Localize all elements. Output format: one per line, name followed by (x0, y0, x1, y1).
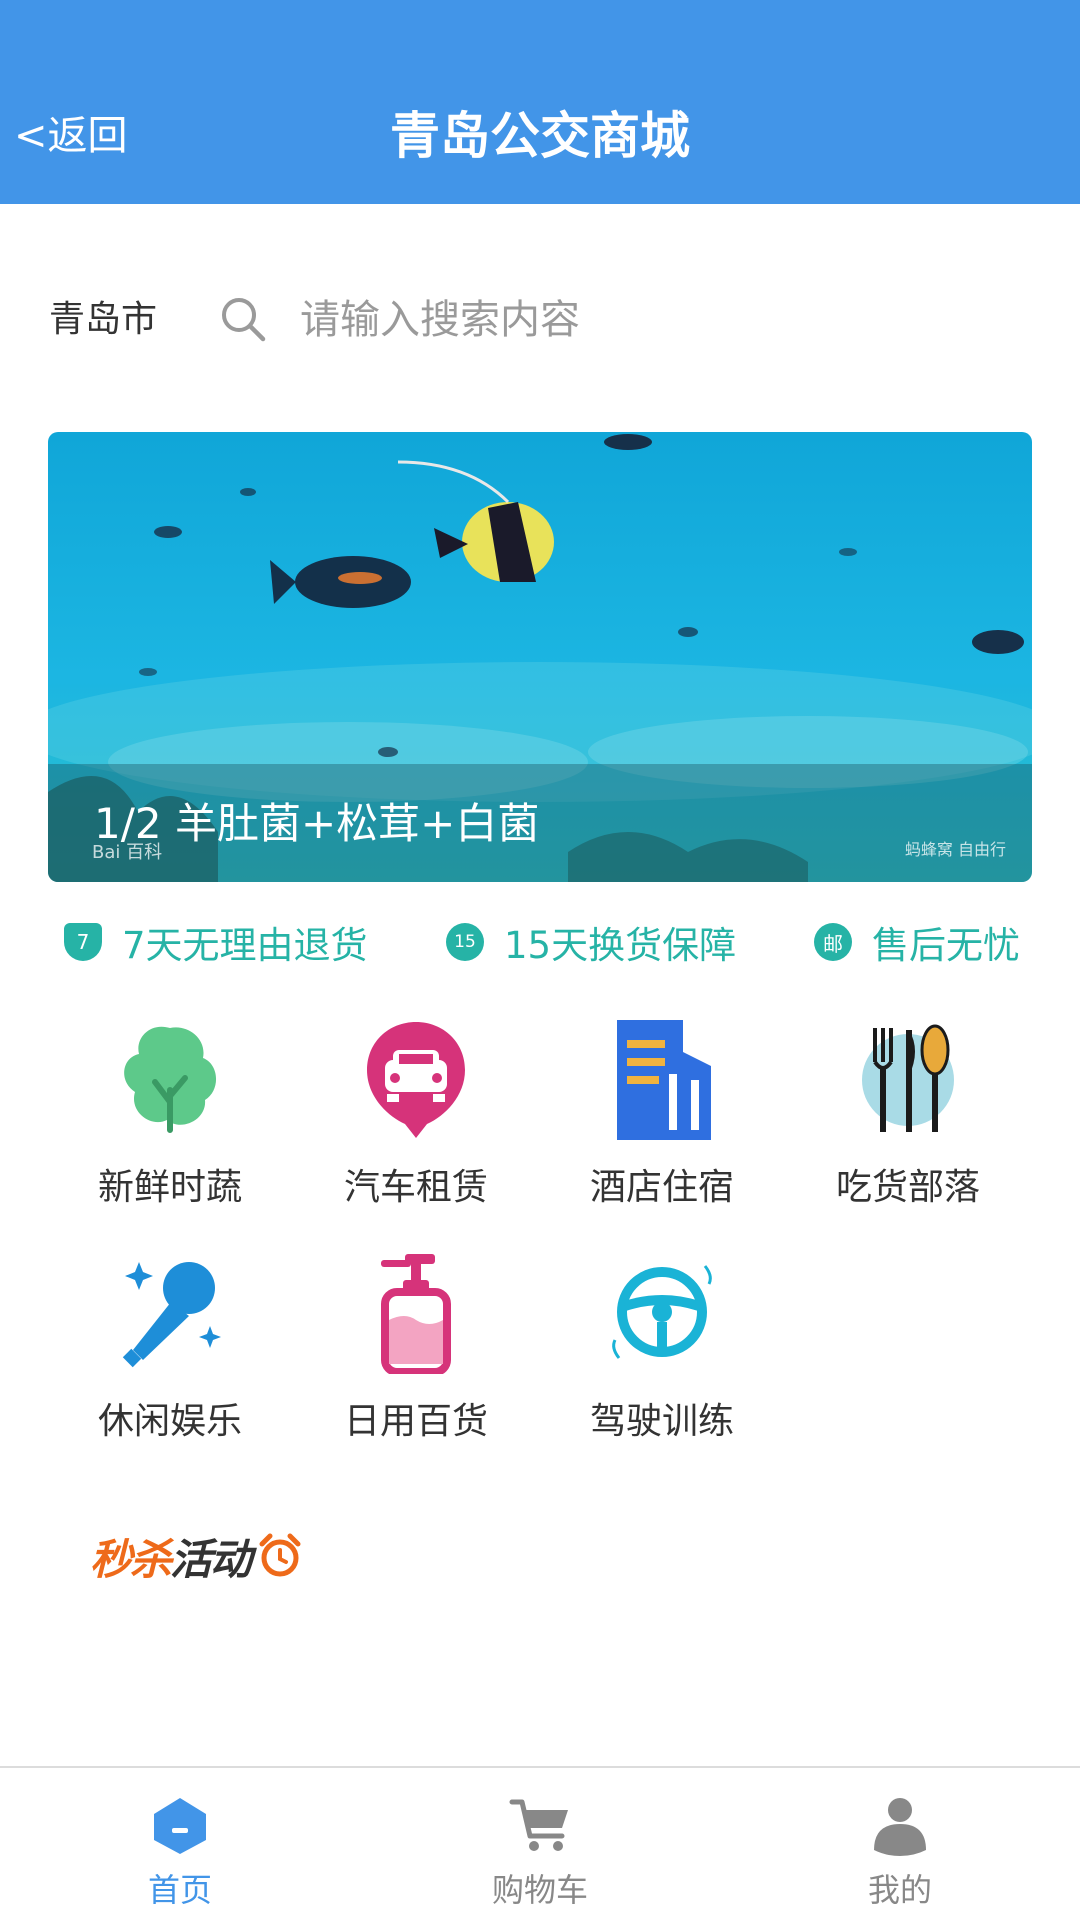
search-bar: 青岛市 (0, 280, 1080, 360)
bottom-tab-bar: 首页 购物车 我的 (0, 1766, 1080, 1922)
category-label: 吃货部落 (835, 1167, 980, 1208)
tab-profile[interactable]: 我的 (780, 1768, 1020, 1922)
category-label: 日用百货 (343, 1401, 488, 1442)
category-label: 驾驶训练 (589, 1401, 734, 1442)
flash-sale-title-part2: 活动 (170, 1534, 252, 1584)
guarantee-row: 7 7天无理由退货 15 15天换货保障 邮 售后无忧 (0, 912, 1080, 972)
flash-sale-banner[interactable]: 秒杀 活动 (90, 1528, 304, 1584)
category-label: 休闲娱乐 (97, 1401, 242, 1442)
banner-carousel[interactable]: 1/2 羊肚菌+松茸+白菌 Bai 百科 蚂蜂窝 自由行 (48, 432, 1032, 882)
alarm-clock-icon (259, 1533, 301, 1577)
category-food[interactable]: 吃货部落 (808, 1020, 1008, 1220)
user-icon (874, 1798, 926, 1856)
guarantee-aftersale: 邮 售后无忧 (814, 912, 1020, 972)
search-input[interactable] (300, 288, 1000, 352)
category-label: 酒店住宿 (589, 1167, 734, 1208)
cart-icon (509, 1799, 568, 1851)
city-selector[interactable]: 青岛市 (49, 292, 157, 348)
guarantee-exchange: 15 15天换货保障 (446, 912, 736, 972)
microphone-icon (122, 1262, 221, 1368)
mail-icon: 邮 (814, 923, 852, 961)
guarantee-text: 15天换货保障 (504, 924, 737, 967)
category-car-rental[interactable]: 汽车租赁 (316, 1020, 516, 1220)
shield-7-icon: 7 (64, 923, 102, 961)
page-title: 青岛公交商城 (390, 107, 690, 165)
category-vegetables[interactable]: 新鲜时蔬 (70, 1020, 270, 1220)
food-icon (862, 1024, 954, 1132)
category-label: 新鲜时蔬 (97, 1167, 242, 1208)
banner-watermark-left: Bai 百科 (92, 842, 163, 863)
flash-sale-title-part1: 秒杀 (90, 1534, 172, 1584)
hotel-icon (617, 1020, 711, 1140)
tab-label: 我的 (867, 1871, 932, 1909)
category-driving-training[interactable]: 驾驶训练 (562, 1254, 762, 1454)
banner-watermark-right: 蚂蜂窝 自由行 (904, 840, 1006, 859)
home-icon (154, 1798, 206, 1854)
category-daily-goods[interactable]: 日用百货 (316, 1254, 516, 1454)
guarantee-text: 售后无忧 (872, 924, 1020, 967)
category-label: 汽车租赁 (343, 1167, 488, 1208)
guarantee-return: 7 7天无理由退货 (64, 912, 368, 972)
tab-home[interactable]: 首页 (60, 1768, 300, 1922)
steering-wheel-icon (612, 1265, 712, 1359)
tab-label: 首页 (147, 1871, 212, 1909)
car-rental-icon (367, 1022, 465, 1138)
lotion-bottle-icon (381, 1254, 451, 1374)
category-hotel[interactable]: 酒店住宿 (562, 1020, 762, 1220)
clock-15-icon: 15 (446, 923, 484, 961)
tab-label: 购物车 (491, 1871, 588, 1909)
guarantee-text: 7天无理由退货 (122, 924, 368, 967)
category-entertainment[interactable]: 休闲娱乐 (70, 1254, 270, 1454)
search-icon[interactable] (218, 294, 268, 344)
vegetable-icon (124, 1026, 217, 1133)
app-header: <返回 青岛公交商城 (0, 0, 1080, 204)
tab-cart[interactable]: 购物车 (420, 1768, 660, 1922)
